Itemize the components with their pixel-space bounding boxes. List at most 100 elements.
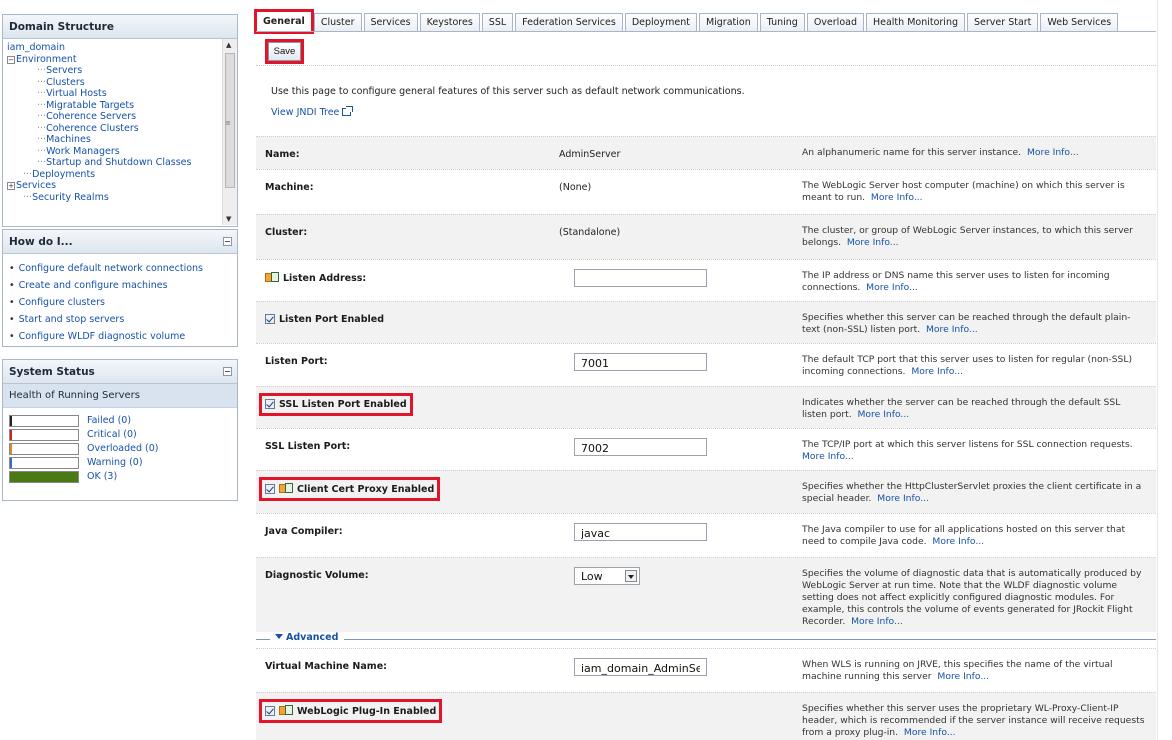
domain-structure-title: Domain Structure [3,15,237,39]
java-compiler-input[interactable] [574,523,707,541]
tree-item[interactable]: ···Deployments [5,169,237,181]
how-do-i-link[interactable]: Configure WLDF diagnostic volume [9,328,237,345]
more-info-link[interactable]: More Info... [851,616,903,627]
collapse-icon[interactable]: − [7,55,15,64]
scroll-up-arrow-icon[interactable]: ▲ [226,41,231,49]
tree-item-label[interactable]: Machines [46,134,91,145]
more-info-link[interactable]: More Info... [911,366,963,377]
tree-item[interactable]: ···Coherence Servers [5,111,237,123]
tree-item-label[interactable]: Migratable Targets [46,100,134,111]
scroll-down-arrow-icon[interactable]: ▼ [226,215,231,223]
ssl-listen-port-input[interactable] [574,438,707,456]
tree-item-label[interactable]: Deployments [32,169,95,180]
tree-item[interactable]: ···Virtual Hosts [5,88,237,100]
how-do-i-link[interactable]: Configure default network connections [9,260,237,277]
row-weblogic-plugin: WebLogic Plug-In Enabled Specifies wheth… [256,692,1156,740]
tab-deployment[interactable]: Deployment [624,13,697,32]
expand-icon[interactable]: + [7,182,15,190]
tab-health-monitoring[interactable]: Health Monitoring [865,13,966,32]
tree-scrollbar[interactable]: ▲ ≡ ▼ [222,39,237,225]
tree-item[interactable]: ···Machines [5,134,237,146]
advanced-section-toggle[interactable]: Advanced [256,632,1156,646]
tab-tuning[interactable]: Tuning [759,13,805,32]
status-label[interactable]: Failed (0) [87,415,131,426]
tree-item-label[interactable]: Coherence Servers [46,111,136,122]
tab-web-services[interactable]: Web Services [1040,13,1119,32]
status-label[interactable]: OK (3) [87,471,117,482]
status-label[interactable]: Warning (0) [87,457,143,468]
more-info-link[interactable]: More Info... [802,451,854,462]
jndi-link-text[interactable]: View JNDI Tree [271,107,339,118]
ssl-listen-port-label: SSL Listen Port: [265,441,351,452]
status-label[interactable]: Overloaded (0) [87,443,159,454]
tree-item[interactable]: ···Coherence Clusters [5,123,237,135]
tab-server-start[interactable]: Server Start [967,13,1039,32]
listen-port-enabled-checkbox[interactable] [265,314,275,324]
more-info-link[interactable]: More Info... [1027,147,1079,158]
more-info-link[interactable]: More Info... [877,493,929,504]
save-button[interactable]: Save [265,39,304,64]
listen-port-description: The default TCP port that this server us… [802,354,1133,377]
tree-item[interactable]: iam_domain [5,42,237,54]
tree-item-label[interactable]: Servers [46,65,82,76]
external-window-icon [342,106,354,116]
expand-triangle-icon [275,634,283,639]
more-info-link[interactable]: More Info... [937,671,989,682]
collapse-icon[interactable] [223,367,232,376]
how-do-i-link[interactable]: Start and stop servers [9,311,237,328]
client-cert-proxy-checkbox[interactable] [265,484,275,494]
how-do-i-list: Configure default network connectionsCre… [3,254,237,351]
listen-address-input[interactable] [574,269,707,287]
tree-item-label[interactable]: Environment [16,54,77,65]
listen-port-input[interactable] [574,353,707,371]
tree-item-label[interactable]: Startup and Shutdown Classes [46,157,191,168]
tree-item[interactable]: ···Migratable Targets [5,100,237,112]
tree-item[interactable]: ···Startup and Shutdown Classes [5,157,237,169]
more-info-link[interactable]: More Info... [866,282,918,293]
row-listen-port: Listen Port: The default TCP port that t… [256,343,1156,386]
tab-general[interactable]: General [254,9,314,34]
more-info-link[interactable]: More Info... [871,192,923,203]
collapse-icon[interactable] [223,237,232,246]
tree-item-label[interactable]: Security Realms [32,192,109,203]
tab-keystores[interactable]: Keystores [419,13,480,32]
tree-item[interactable]: ···Work Managers [5,146,237,158]
tab-federation-services[interactable]: Federation Services [515,13,623,32]
scroll-grip-icon: ≡ [225,119,231,127]
tab-overload[interactable]: Overload [806,13,864,32]
tree-item-label[interactable]: Virtual Hosts [46,88,107,99]
tab-cluster[interactable]: Cluster [313,13,362,32]
more-info-link[interactable]: More Info... [926,324,978,335]
ssl-listen-port-enabled-checkbox[interactable] [265,399,275,409]
tree-item[interactable]: − Environment [5,54,237,66]
vm-name-input[interactable] [574,658,707,676]
tab-services[interactable]: Services [363,13,418,32]
more-info-link[interactable]: More Info... [904,727,956,738]
tree-item-label[interactable]: iam_domain [7,42,65,53]
tree-item[interactable]: ···Servers [5,65,237,77]
advanced-label[interactable]: Advanced [272,632,342,643]
status-bar [9,470,79,483]
row-java-compiler: Java Compiler: The Java compiler to use … [256,513,1156,557]
more-info-link[interactable]: More Info... [858,409,910,420]
row-listen-port-enabled: Listen Port Enabled Specifies whether th… [256,301,1156,343]
tree-item-label[interactable]: Coherence Clusters [46,123,139,134]
tree-item[interactable]: ···Security Realms [5,192,237,204]
tree-item-label[interactable]: Clusters [46,77,85,88]
tree-item[interactable]: ···Clusters [5,77,237,89]
tree-item[interactable]: + Services [5,180,237,192]
more-info-link[interactable]: More Info... [932,536,984,547]
tab-migration[interactable]: Migration [698,13,758,32]
tree-item-label[interactable]: Services [16,180,56,191]
how-do-i-link[interactable]: Create and configure machines [9,277,237,294]
weblogic-plugin-checkbox[interactable] [265,706,275,716]
row-ssl-listen-port-enabled: SSL Listen Port Enabled Indicates whethe… [256,386,1156,428]
more-info-link[interactable]: More Info... [847,237,899,248]
status-label[interactable]: Critical (0) [87,429,137,440]
how-do-i-link[interactable]: Configure clusters [9,294,237,311]
dropdown-arrow-icon[interactable] [625,570,637,582]
tree-item-label[interactable]: Work Managers [46,146,120,157]
diagnostic-volume-select[interactable]: Low [574,567,640,585]
view-jndi-tree-link[interactable]: View JNDI Tree [271,106,354,118]
tab-ssl[interactable]: SSL [481,13,514,32]
